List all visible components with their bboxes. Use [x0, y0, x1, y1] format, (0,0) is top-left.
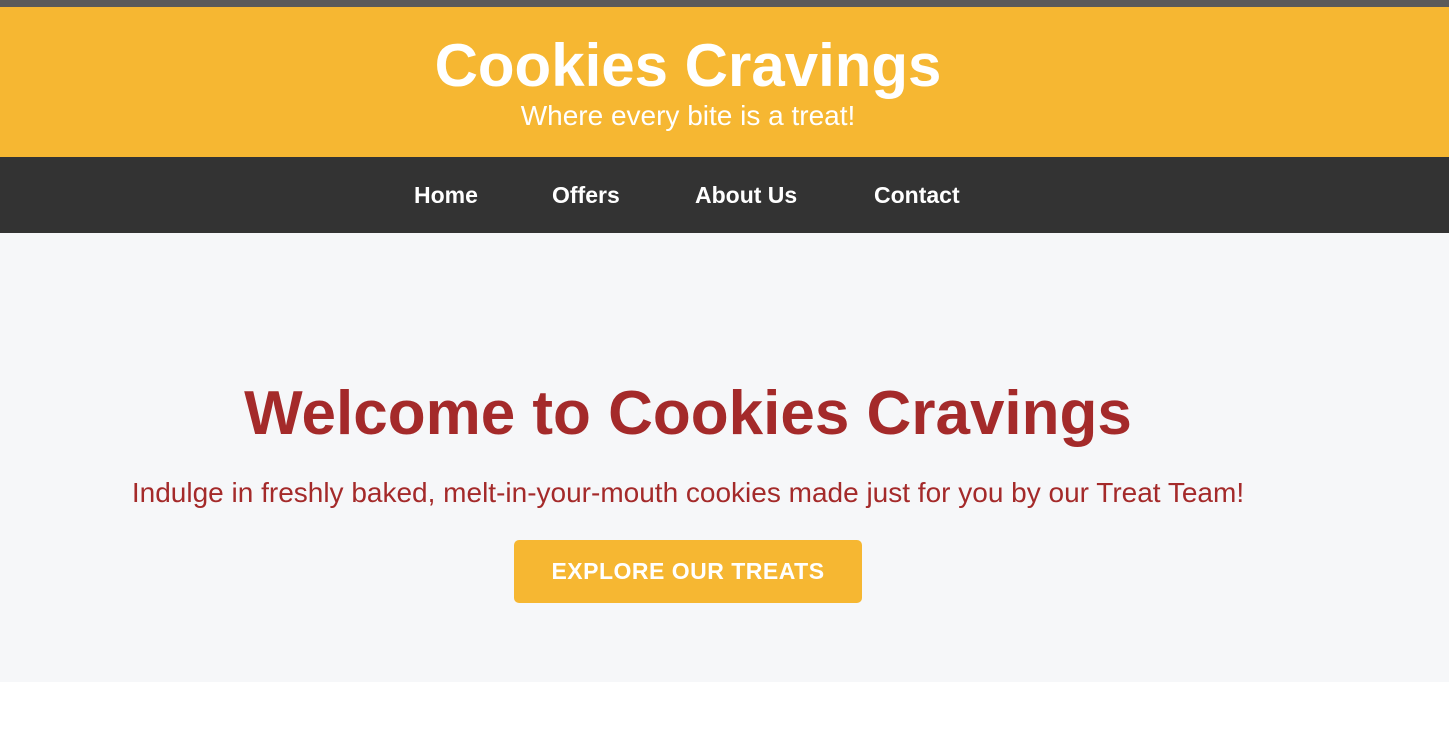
hero-title: Welcome to Cookies Cravings: [244, 379, 1132, 448]
nav-link-contact[interactable]: Contact: [874, 180, 960, 210]
explore-treats-button[interactable]: EXPLORE OUR TREATS: [514, 540, 862, 603]
hero-description: Indulge in freshly baked, melt-in-your-m…: [131, 477, 1245, 508]
browser-top-strip: [0, 0, 1449, 7]
nav-link-home[interactable]: Home: [414, 180, 478, 210]
hero-section: Welcome to Cookies Cravings Indulge in f…: [0, 233, 1449, 682]
main-nav: Home Offers About Us Contact: [0, 157, 1449, 233]
nav-link-about-us[interactable]: About Us: [695, 180, 797, 210]
site-header: Cookies Cravings Where every bite is a t…: [0, 7, 1449, 157]
site-tagline: Where every bite is a treat!: [520, 100, 856, 131]
nav-link-offers[interactable]: Offers: [552, 180, 620, 210]
site-title: Cookies Cravings: [434, 32, 942, 99]
